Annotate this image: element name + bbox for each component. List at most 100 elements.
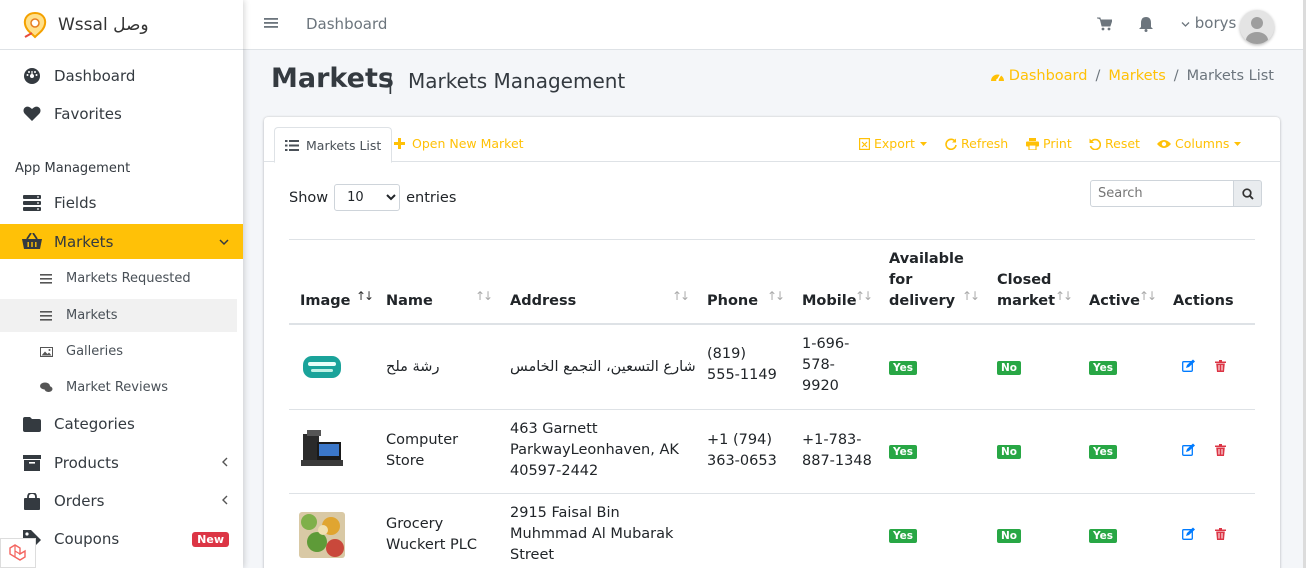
edit-icon[interactable] <box>1182 359 1196 376</box>
market-image <box>299 428 345 474</box>
file-excel-icon <box>859 137 870 150</box>
sort-icon[interactable]: ↑↓ <box>767 289 785 303</box>
bell-icon[interactable] <box>1139 16 1153 36</box>
export-button[interactable]: Export <box>859 136 927 151</box>
sidebar-subitem-markets-requested[interactable]: Markets Requested <box>0 262 237 295</box>
sort-icon[interactable]: ↑↓ <box>855 289 873 303</box>
new-badge: New <box>192 531 229 547</box>
sort-icon[interactable]: ↑↓ <box>672 289 690 303</box>
comments-icon <box>39 382 53 393</box>
column-header-name[interactable]: Name <box>386 291 433 312</box>
entries-select[interactable]: 10 <box>334 184 401 211</box>
market-phone: (819) <box>707 346 746 362</box>
row-divider <box>289 493 1255 494</box>
list-icon <box>285 139 299 151</box>
cart-icon[interactable] <box>1097 17 1113 35</box>
breadcrumb-home-label: Dashboard <box>1008 68 1088 84</box>
avatar[interactable] <box>1240 10 1274 44</box>
column-header-delivery-line1[interactable]: Available <box>889 249 964 270</box>
user-menu[interactable]: borys <box>1181 14 1236 32</box>
columns-button[interactable]: Columns <box>1157 136 1242 151</box>
delivery-badge: Yes <box>889 445 918 459</box>
trash-icon[interactable] <box>1215 360 1226 376</box>
chevron-left-icon <box>221 494 229 508</box>
sidebar-item-fields[interactable]: Fields <box>0 187 243 219</box>
reset-label: Reset <box>1105 136 1140 151</box>
sort-icon[interactable]: ↑↓ <box>475 289 493 303</box>
tab-markets-list[interactable]: Markets List <box>274 127 393 163</box>
sort-icon[interactable]: ↑↓ <box>1139 289 1157 303</box>
breadcrumb: Dashboard / Markets / Markets List <box>990 68 1274 84</box>
column-header-image[interactable]: Image <box>300 291 351 312</box>
market-name: Wuckert PLC <box>386 537 477 553</box>
edit-icon[interactable] <box>1182 527 1196 544</box>
image-icon <box>39 346 53 357</box>
column-header-phone[interactable]: Phone <box>707 291 758 312</box>
reset-button[interactable]: Reset <box>1089 136 1140 151</box>
caret-down-icon <box>919 141 927 146</box>
market-address: Street <box>510 547 555 563</box>
print-label: Print <box>1043 136 1072 151</box>
column-header-address[interactable]: Address <box>510 291 576 312</box>
column-header-delivery-line2[interactable]: for <box>889 270 912 291</box>
sidebar-subitem-market-reviews[interactable]: Market Reviews <box>0 371 237 404</box>
search-icon <box>1241 187 1254 200</box>
sidebar-section-header: App Management <box>15 161 131 176</box>
active-badge: Yes <box>1089 445 1118 459</box>
sort-icon[interactable]: ↑↓ <box>356 289 374 303</box>
market-name: رشة ملح <box>386 359 440 375</box>
sidebar-subitem-galleries[interactable]: Galleries <box>0 335 237 368</box>
trash-icon[interactable] <box>1215 444 1226 460</box>
column-header-active[interactable]: Active <box>1089 291 1140 312</box>
search-button[interactable] <box>1234 180 1262 207</box>
menu-toggle-icon[interactable] <box>264 16 278 34</box>
sidebar-item-orders[interactable]: Orders <box>0 485 243 517</box>
page-subtitle: Markets Management <box>408 69 626 93</box>
table-header-divider <box>289 323 1255 325</box>
sidebar-item-categories[interactable]: Categories <box>0 408 243 440</box>
sidebar-item-label: Products <box>54 454 119 472</box>
breadcrumb-home[interactable]: Dashboard <box>990 68 1088 84</box>
sidebar-item-coupons[interactable]: Coupons New <box>0 523 243 555</box>
entries-label: entries <box>406 189 457 206</box>
eye-icon <box>1157 139 1171 149</box>
market-address: ParkwayLeonhaven, AK <box>510 442 679 458</box>
market-image <box>299 344 345 390</box>
sort-icon[interactable]: ↑↓ <box>1055 289 1073 303</box>
column-header-closed-line2[interactable]: market <box>997 291 1055 312</box>
edit-icon[interactable] <box>1182 443 1196 460</box>
column-header-delivery-line3[interactable]: delivery <box>889 291 955 312</box>
refresh-button[interactable]: Refresh <box>945 136 1008 151</box>
print-button[interactable]: Print <box>1026 136 1072 151</box>
breadcrumb-separator: / <box>1173 68 1179 84</box>
sidebar-item-favorites[interactable]: Favorites <box>0 98 243 130</box>
trash-icon[interactable] <box>1215 528 1226 544</box>
sidebar-subitem-markets[interactable]: Markets <box>0 299 237 332</box>
market-phone: 363-0653 <box>707 453 777 469</box>
column-header-mobile[interactable]: Mobile <box>802 291 857 312</box>
market-mobile: 578- <box>802 357 835 373</box>
delivery-badge: Yes <box>889 361 918 375</box>
search-input[interactable] <box>1090 180 1234 207</box>
brand[interactable]: Wssal وصل <box>0 0 243 50</box>
archive-icon <box>22 453 42 473</box>
sidebar-item-dashboard[interactable]: Dashboard <box>0 60 243 92</box>
server-icon <box>22 193 42 213</box>
shopping-bag-icon <box>22 491 42 511</box>
tab-label: Open New Market <box>412 136 524 151</box>
breadcrumb-markets[interactable]: Markets <box>1108 68 1165 84</box>
breadcrumb-current: Markets List <box>1186 68 1274 84</box>
sort-icon[interactable]: ↑↓ <box>962 289 980 303</box>
sidebar-item-markets[interactable]: Markets <box>0 224 243 259</box>
tab-open-new-market[interactable]: Open New Market <box>394 136 524 151</box>
topbar-dashboard-link[interactable]: Dashboard <box>306 15 387 33</box>
market-mobile: 887-1348 <box>802 453 872 469</box>
show-label: Show <box>289 189 329 206</box>
laravel-debug-icon[interactable] <box>0 538 36 568</box>
undo-icon <box>1089 138 1101 150</box>
sidebar-subitem-label: Market Reviews <box>66 380 168 395</box>
page-title: Markets <box>271 63 394 94</box>
search-box <box>1090 180 1262 207</box>
sidebar-item-products[interactable]: Products <box>0 447 243 479</box>
column-header-closed-line1[interactable]: Closed <box>997 270 1051 291</box>
